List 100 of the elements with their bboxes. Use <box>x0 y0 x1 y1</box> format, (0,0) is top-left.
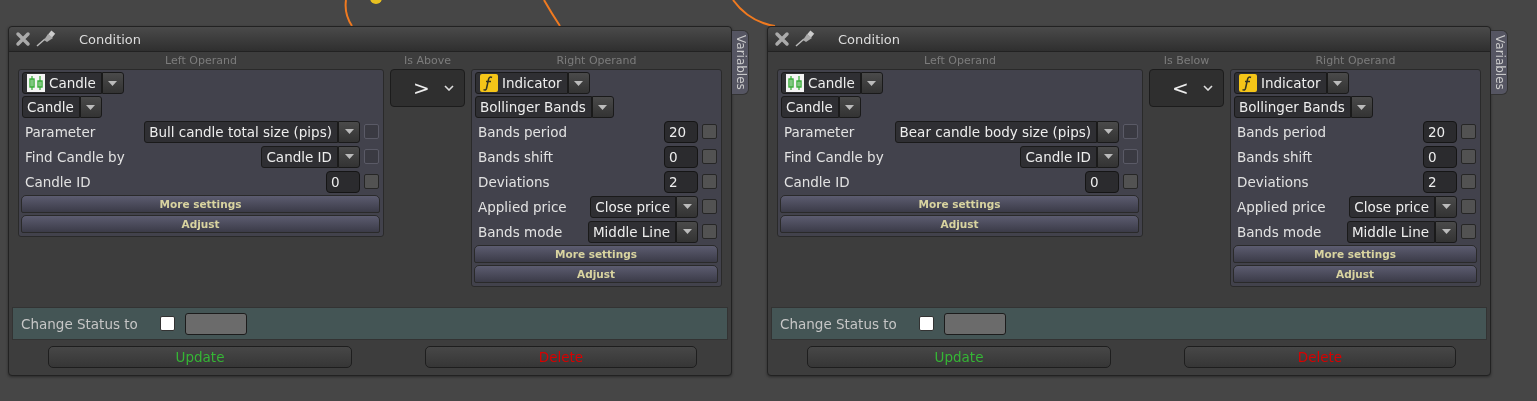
dropdown-button[interactable] <box>1097 120 1119 143</box>
settings-button[interactable]: Adjust <box>1233 265 1477 283</box>
operand-select[interactable]: Candle <box>781 96 839 118</box>
operand-heading: Right Operand <box>556 53 637 69</box>
field-label: Parameter <box>783 123 856 140</box>
status-label: Change Status to <box>780 315 897 332</box>
dropdown-button[interactable] <box>1435 220 1457 243</box>
checkbox[interactable] <box>1461 199 1476 214</box>
status-field[interactable] <box>184 312 247 335</box>
status-checkbox[interactable] <box>159 316 175 331</box>
settings-button[interactable]: Adjust <box>780 215 1139 233</box>
value-select[interactable]: Bull candle total size (pips) <box>144 120 338 143</box>
number-field[interactable]: 0 <box>326 170 360 193</box>
operator-select[interactable]: > <box>390 69 465 107</box>
caret-icon <box>344 129 354 134</box>
operand-type-select[interactable]: Indicator <box>475 72 568 94</box>
chevron-down-icon <box>1203 85 1213 91</box>
number-field[interactable]: 20 <box>1423 120 1457 143</box>
settings-button[interactable]: More settings <box>21 195 380 213</box>
operand-heading: Left Operand <box>165 53 237 69</box>
checkbox[interactable] <box>1461 149 1476 164</box>
number-field[interactable]: 0 <box>1085 170 1119 193</box>
caret-icon <box>598 104 608 110</box>
settings-button[interactable]: More settings <box>474 245 718 263</box>
dropdown-button[interactable] <box>838 96 861 118</box>
dropdown-button[interactable] <box>1435 195 1457 218</box>
dropdown-button[interactable] <box>676 195 698 218</box>
dropdown-button[interactable] <box>338 120 360 143</box>
operand-select[interactable]: Bollinger Bands <box>1234 96 1351 118</box>
operand-select[interactable]: Bollinger Bands <box>475 96 592 118</box>
value-select[interactable]: Close price <box>590 195 676 218</box>
field-label: Deviations <box>477 173 551 190</box>
number-field[interactable]: 20 <box>664 120 698 143</box>
settings-button[interactable]: Adjust <box>474 265 718 283</box>
caret-icon <box>1441 204 1451 209</box>
checkbox[interactable] <box>702 199 717 214</box>
field-label: Applied price <box>477 198 568 215</box>
status-field[interactable] <box>943 312 1006 335</box>
checkbox[interactable] <box>1461 224 1476 239</box>
dropdown-button[interactable] <box>860 72 883 94</box>
status-checkbox[interactable] <box>918 316 934 331</box>
settings-button[interactable]: More settings <box>780 195 1139 213</box>
checkbox[interactable] <box>702 149 717 164</box>
operand-type-select[interactable]: Candle <box>22 72 102 94</box>
dropdown-button[interactable] <box>101 72 124 94</box>
caret-icon <box>1103 129 1113 134</box>
number-field[interactable]: 0 <box>664 145 698 168</box>
caret-icon <box>682 204 692 209</box>
update-button[interactable]: Update <box>48 346 352 368</box>
value-select[interactable]: Candle ID <box>261 145 338 168</box>
dropdown-button[interactable] <box>591 96 614 118</box>
dropdown-button[interactable] <box>1097 145 1119 168</box>
caret-icon <box>1357 104 1367 110</box>
update-button[interactable]: Update <box>807 346 1111 368</box>
value-select[interactable]: Bear candle body size (pips) <box>894 120 1097 143</box>
field-label: Candle ID <box>24 173 92 190</box>
field-label: Candle ID <box>783 173 851 190</box>
caret-icon <box>574 80 584 86</box>
pin-icon[interactable] <box>794 30 816 48</box>
value-select[interactable]: Candle ID <box>1020 145 1097 168</box>
value-select[interactable]: Middle Line <box>1346 220 1435 243</box>
number-field[interactable]: 2 <box>664 170 698 193</box>
field-label: Bands mode <box>477 223 564 240</box>
settings-button[interactable]: Adjust <box>21 215 380 233</box>
dropdown-button[interactable] <box>1350 96 1373 118</box>
operand-type-select[interactable]: Indicator <box>1234 72 1327 94</box>
checkbox[interactable] <box>1461 124 1476 139</box>
caret-icon <box>682 229 692 234</box>
checkbox[interactable] <box>702 174 717 189</box>
dropdown-button[interactable] <box>1326 72 1349 94</box>
dropdown-button[interactable] <box>676 220 698 243</box>
field-label: Applied price <box>1236 198 1327 215</box>
settings-button[interactable]: More settings <box>1233 245 1477 263</box>
checkbox[interactable] <box>1123 174 1138 189</box>
operand-heading: Left Operand <box>924 53 996 69</box>
operand-type-select[interactable]: Candle <box>781 72 861 94</box>
caret-icon <box>867 80 877 86</box>
dropdown-button[interactable] <box>567 72 590 94</box>
caret-icon <box>108 80 118 86</box>
checkbox[interactable] <box>1461 174 1476 189</box>
operand-select[interactable]: Candle <box>22 96 80 118</box>
field-label: Find Candle by <box>783 148 885 165</box>
close-icon[interactable] <box>774 31 790 47</box>
caret-icon <box>1441 229 1451 234</box>
pin-icon[interactable] <box>35 30 57 48</box>
number-field[interactable]: 0 <box>1423 145 1457 168</box>
variables-tab[interactable]: Variables <box>732 30 749 95</box>
checkbox[interactable] <box>702 124 717 139</box>
checkbox[interactable] <box>364 174 379 189</box>
dropdown-button[interactable] <box>338 145 360 168</box>
field-label: Find Candle by <box>24 148 126 165</box>
variables-tab[interactable]: Variables <box>1491 30 1508 95</box>
checkbox[interactable] <box>702 224 717 239</box>
operator-select[interactable]: < <box>1149 69 1224 107</box>
value-select[interactable]: Middle Line <box>587 220 676 243</box>
close-icon[interactable] <box>15 31 31 47</box>
value-select[interactable]: Close price <box>1349 195 1435 218</box>
number-field[interactable]: 2 <box>1423 170 1457 193</box>
caret-icon <box>86 104 96 110</box>
dropdown-button[interactable] <box>79 96 102 118</box>
